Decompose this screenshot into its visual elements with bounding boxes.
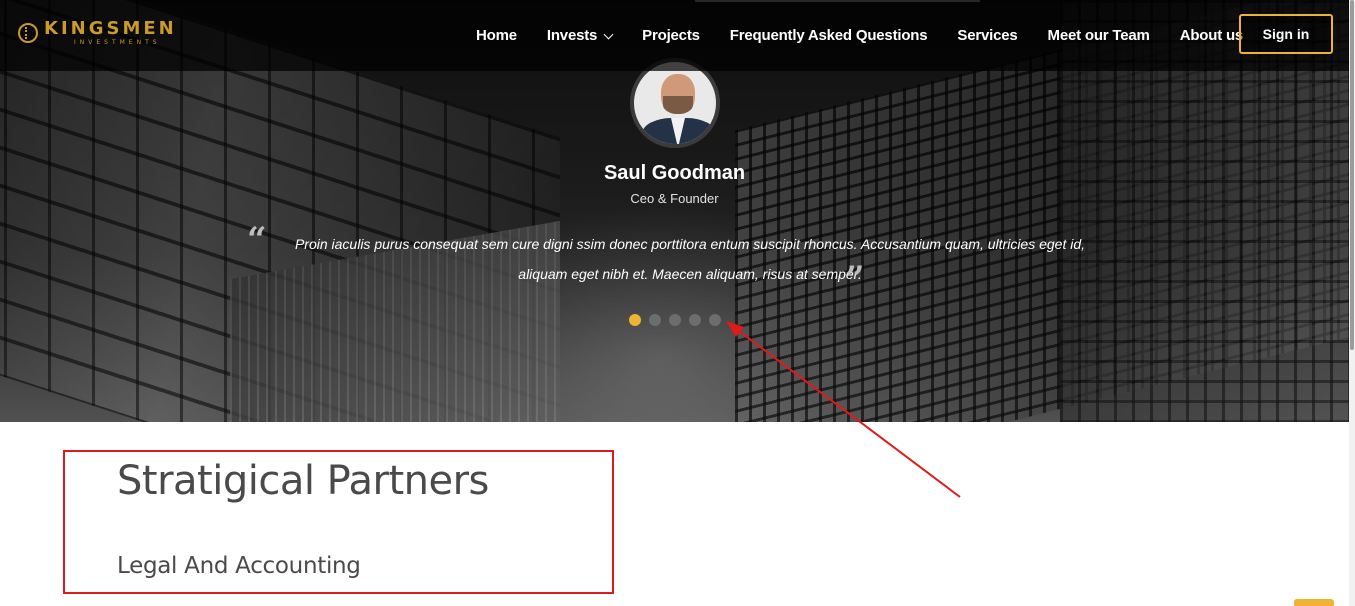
back-to-top-button[interactable] <box>1294 599 1334 606</box>
nav-item-invests[interactable]: Invests <box>546 27 614 44</box>
avatar-beard <box>663 96 693 114</box>
logo-tagline: INVESTMENTS <box>74 39 161 46</box>
carousel-dot-3[interactable] <box>669 314 681 326</box>
brand-logo[interactable]: KINGSMEN INVESTMENTS <box>18 20 178 50</box>
navbar: KINGSMEN INVESTMENTS Home Invests Projec… <box>0 0 1349 71</box>
nav-item-projects[interactable]: Projects <box>642 27 700 44</box>
testimonial-quote: Proin iaculis purus consequat sem cure d… <box>294 236 1086 282</box>
logo-wordmark: KINGSMEN INVESTMENTS <box>44 20 177 46</box>
quote-close-icon: ” <box>845 259 865 299</box>
nav-item-services[interactable]: Services <box>957 27 1017 44</box>
nav-item-label: About us <box>1179 27 1244 44</box>
logo-name: KINGSMEN <box>44 18 177 39</box>
nav-item-about[interactable]: About us <box>1179 27 1244 44</box>
nav-item-label: Home <box>476 27 517 44</box>
nav-item-label: Invests <box>546 27 598 44</box>
nav-item-label: Meet our Team <box>1047 27 1150 44</box>
testimonial-avatar <box>630 58 720 148</box>
nav-item-faq[interactable]: Frequently Asked Questions <box>730 27 928 44</box>
nav-item-team[interactable]: Meet our Team <box>1048 27 1150 44</box>
nav-item-label: Projects <box>642 27 700 44</box>
logo-emblem-icon <box>18 23 38 43</box>
carousel-dots <box>629 314 729 326</box>
nav-item-home[interactable]: Home <box>476 27 517 44</box>
scrollbar-thumb[interactable] <box>1350 0 1354 350</box>
carousel-dot-1[interactable] <box>629 314 641 326</box>
chevron-down-icon <box>603 29 614 39</box>
annotation-highlight-box <box>63 450 614 594</box>
carousel-dot-2[interactable] <box>649 314 661 326</box>
sign-in-button[interactable]: Sign in <box>1239 14 1333 54</box>
quote-open-icon: “ <box>247 220 267 260</box>
testimonial-name: Saul Goodman <box>603 162 746 184</box>
testimonial-role: Ceo & Founder <box>630 191 719 206</box>
carousel-dot-5[interactable] <box>709 314 721 326</box>
nav-item-label: Frequently Asked Questions <box>729 27 928 44</box>
carousel-dot-4[interactable] <box>689 314 701 326</box>
nav-menu: Home Invests Projects Frequently Asked Q… <box>476 0 1273 71</box>
nav-item-label: Services <box>957 27 1018 44</box>
